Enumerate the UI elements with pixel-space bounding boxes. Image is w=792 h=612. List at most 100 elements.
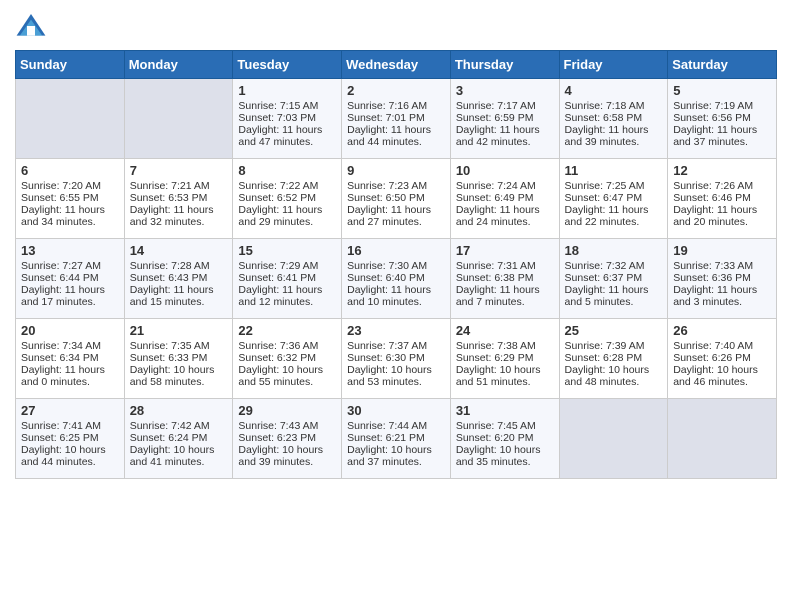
sunrise-text: Sunrise: 7:26 AM [673, 180, 771, 192]
daylight-text: Daylight: 10 hours and 39 minutes. [238, 444, 336, 468]
daylight-text: Daylight: 11 hours and 42 minutes. [456, 124, 554, 148]
daylight-text: Daylight: 10 hours and 51 minutes. [456, 364, 554, 388]
day-header-sunday: Sunday [16, 51, 125, 79]
calendar-week-row: 1Sunrise: 7:15 AMSunset: 7:03 PMDaylight… [16, 79, 777, 159]
daylight-text: Daylight: 11 hours and 47 minutes. [238, 124, 336, 148]
daylight-text: Daylight: 11 hours and 39 minutes. [565, 124, 663, 148]
sunset-text: Sunset: 6:21 PM [347, 432, 445, 444]
sunset-text: Sunset: 6:56 PM [673, 112, 771, 124]
daylight-text: Daylight: 10 hours and 53 minutes. [347, 364, 445, 388]
daylight-text: Daylight: 11 hours and 10 minutes. [347, 284, 445, 308]
daylight-text: Daylight: 11 hours and 7 minutes. [456, 284, 554, 308]
day-number: 18 [565, 243, 663, 258]
sunrise-text: Sunrise: 7:24 AM [456, 180, 554, 192]
daylight-text: Daylight: 11 hours and 34 minutes. [21, 204, 119, 228]
sunrise-text: Sunrise: 7:28 AM [130, 260, 228, 272]
sunset-text: Sunset: 6:52 PM [238, 192, 336, 204]
calendar-cell: 26Sunrise: 7:40 AMSunset: 6:26 PMDayligh… [668, 319, 777, 399]
sunrise-text: Sunrise: 7:23 AM [347, 180, 445, 192]
daylight-text: Daylight: 11 hours and 29 minutes. [238, 204, 336, 228]
daylight-text: Daylight: 11 hours and 17 minutes. [21, 284, 119, 308]
sunrise-text: Sunrise: 7:41 AM [21, 420, 119, 432]
daylight-text: Daylight: 10 hours and 41 minutes. [130, 444, 228, 468]
calendar-cell: 29Sunrise: 7:43 AMSunset: 6:23 PMDayligh… [233, 399, 342, 479]
sunrise-text: Sunrise: 7:15 AM [238, 100, 336, 112]
day-number: 28 [130, 403, 228, 418]
day-number: 8 [238, 163, 336, 178]
daylight-text: Daylight: 10 hours and 58 minutes. [130, 364, 228, 388]
sunset-text: Sunset: 6:37 PM [565, 272, 663, 284]
logo [15, 10, 51, 42]
sunrise-text: Sunrise: 7:22 AM [238, 180, 336, 192]
day-number: 22 [238, 323, 336, 338]
calendar-cell: 14Sunrise: 7:28 AMSunset: 6:43 PMDayligh… [124, 239, 233, 319]
day-number: 16 [347, 243, 445, 258]
sunset-text: Sunset: 6:34 PM [21, 352, 119, 364]
logo-icon [15, 10, 47, 42]
sunset-text: Sunset: 6:44 PM [21, 272, 119, 284]
sunrise-text: Sunrise: 7:44 AM [347, 420, 445, 432]
sunset-text: Sunset: 7:03 PM [238, 112, 336, 124]
day-number: 27 [21, 403, 119, 418]
sunrise-text: Sunrise: 7:34 AM [21, 340, 119, 352]
calendar-cell [124, 79, 233, 159]
daylight-text: Daylight: 11 hours and 27 minutes. [347, 204, 445, 228]
sunset-text: Sunset: 6:38 PM [456, 272, 554, 284]
calendar-cell: 27Sunrise: 7:41 AMSunset: 6:25 PMDayligh… [16, 399, 125, 479]
calendar-cell: 1 Sunrise: 7:15 AMSunset: 7:03 PMDaylight… [233, 79, 342, 159]
day-number: 6 [21, 163, 119, 178]
sunrise-text: Sunrise: 7:32 AM [565, 260, 663, 272]
daylight-text: Daylight: 11 hours and 37 minutes. [673, 124, 771, 148]
day-number: 1 [238, 83, 336, 98]
calendar-cell: 24Sunrise: 7:38 AMSunset: 6:29 PMDayligh… [450, 319, 559, 399]
sunrise-text: Sunrise: 7:39 AM [565, 340, 663, 352]
sunset-text: Sunset: 6:50 PM [347, 192, 445, 204]
calendar-table: SundayMondayTuesdayWednesdayThursdayFrid… [15, 50, 777, 479]
day-number: 7 [130, 163, 228, 178]
sunset-text: Sunset: 6:40 PM [347, 272, 445, 284]
sunrise-text: Sunrise: 7:45 AM [456, 420, 554, 432]
day-number: 29 [238, 403, 336, 418]
sunset-text: Sunset: 6:30 PM [347, 352, 445, 364]
sunrise-text: Sunrise: 7:31 AM [456, 260, 554, 272]
daylight-text: Daylight: 10 hours and 44 minutes. [21, 444, 119, 468]
sunrise-text: Sunrise: 7:42 AM [130, 420, 228, 432]
sunset-text: Sunset: 6:26 PM [673, 352, 771, 364]
calendar-cell: 8 Sunrise: 7:22 AMSunset: 6:52 PMDaylight… [233, 159, 342, 239]
day-header-monday: Monday [124, 51, 233, 79]
day-number: 20 [21, 323, 119, 338]
calendar-cell: 23Sunrise: 7:37 AMSunset: 6:30 PMDayligh… [342, 319, 451, 399]
sunrise-text: Sunrise: 7:20 AM [21, 180, 119, 192]
day-number: 4 [565, 83, 663, 98]
day-number: 3 [456, 83, 554, 98]
calendar-week-row: 27Sunrise: 7:41 AMSunset: 6:25 PMDayligh… [16, 399, 777, 479]
daylight-text: Daylight: 10 hours and 35 minutes. [456, 444, 554, 468]
page-header [15, 10, 777, 42]
calendar-cell: 4Sunrise: 7:18 AMSunset: 6:58 PMDaylight… [559, 79, 668, 159]
sunrise-text: Sunrise: 7:16 AM [347, 100, 445, 112]
sunrise-text: Sunrise: 7:43 AM [238, 420, 336, 432]
sunset-text: Sunset: 6:59 PM [456, 112, 554, 124]
sunrise-text: Sunrise: 7:25 AM [565, 180, 663, 192]
day-number: 24 [456, 323, 554, 338]
calendar-cell: 9Sunrise: 7:23 AMSunset: 6:50 PMDaylight… [342, 159, 451, 239]
sunset-text: Sunset: 6:33 PM [130, 352, 228, 364]
calendar-cell: 10Sunrise: 7:24 AMSunset: 6:49 PMDayligh… [450, 159, 559, 239]
calendar-cell: 30Sunrise: 7:44 AMSunset: 6:21 PMDayligh… [342, 399, 451, 479]
sunset-text: Sunset: 6:55 PM [21, 192, 119, 204]
calendar-cell: 3Sunrise: 7:17 AMSunset: 6:59 PMDaylight… [450, 79, 559, 159]
day-header-wednesday: Wednesday [342, 51, 451, 79]
sunrise-text: Sunrise: 7:18 AM [565, 100, 663, 112]
sunset-text: Sunset: 6:32 PM [238, 352, 336, 364]
calendar-cell: 13Sunrise: 7:27 AMSunset: 6:44 PMDayligh… [16, 239, 125, 319]
day-number: 26 [673, 323, 771, 338]
sunset-text: Sunset: 6:46 PM [673, 192, 771, 204]
daylight-text: Daylight: 11 hours and 15 minutes. [130, 284, 228, 308]
sunrise-text: Sunrise: 7:38 AM [456, 340, 554, 352]
day-number: 2 [347, 83, 445, 98]
day-number: 12 [673, 163, 771, 178]
daylight-text: Daylight: 10 hours and 55 minutes. [238, 364, 336, 388]
day-number: 30 [347, 403, 445, 418]
calendar-cell: 2Sunrise: 7:16 AMSunset: 7:01 PMDaylight… [342, 79, 451, 159]
calendar-week-row: 13Sunrise: 7:27 AMSunset: 6:44 PMDayligh… [16, 239, 777, 319]
